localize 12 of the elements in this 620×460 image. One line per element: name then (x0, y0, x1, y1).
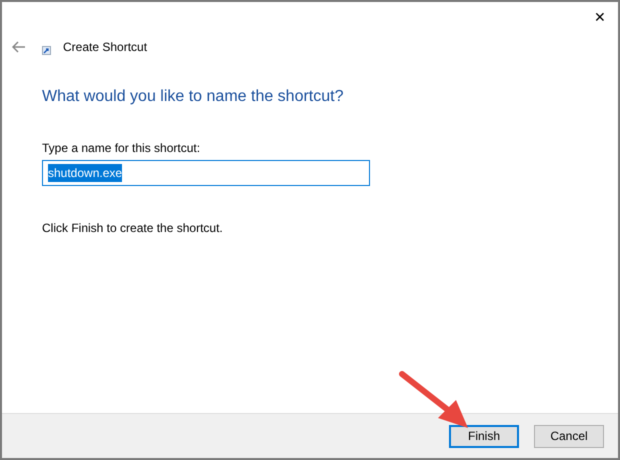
instruction-text: Click Finish to create the shortcut. (42, 220, 224, 237)
dialog-button[interactable]: Cancel (534, 424, 604, 448)
annotation-arrow (398, 370, 470, 430)
page-heading: What would you like to name the shortcut? (42, 88, 344, 105)
dialog-button[interactable]: Finish (449, 424, 519, 448)
name-field[interactable]: shutdown.exe (42, 160, 370, 186)
back-arrow-icon[interactable] (12, 41, 26, 53)
field-value: shutdown.exe (48, 164, 122, 182)
shortcut-icon (42, 46, 51, 54)
field-label: Type a name for this shortcut: (42, 140, 202, 157)
window-title: Create Shortcut (63, 39, 148, 56)
close-button[interactable]: ✕ (594, 10, 606, 24)
